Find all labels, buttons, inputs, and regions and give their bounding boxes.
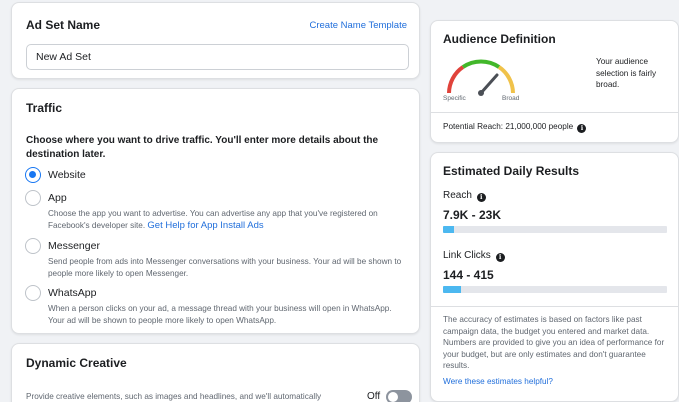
link-clicks-bar [443, 286, 667, 293]
estimates-accuracy-note: The accuracy of estimates is based on fa… [443, 315, 665, 370]
radio-website[interactable] [25, 167, 41, 183]
estimated-daily-results-card: Estimated Daily Results Reach i 7.9K - 2… [430, 152, 679, 402]
link-clicks-bar-fill [443, 286, 461, 293]
radio-messenger[interactable] [25, 238, 41, 254]
dynamic-creative-toggle[interactable] [386, 390, 412, 402]
audience-gauge-icon [447, 59, 515, 96]
gauge-red-arc [447, 65, 465, 94]
gauge-green-arc [461, 59, 501, 69]
dynamic-creative-card: Dynamic Creative Provide creative elemen… [11, 343, 420, 402]
option-help-whatsapp: When a person clicks on your ad, a messa… [48, 304, 392, 325]
gauge-yellow-arc [497, 65, 515, 94]
info-icon[interactable]: i [577, 124, 587, 133]
create-name-template-link[interactable]: Create Name Template [309, 20, 407, 31]
traffic-option-whatsapp[interactable]: WhatsApp When a person clicks on your ad… [25, 285, 415, 325]
gauge-hub [478, 90, 484, 96]
dynamic-creative-description: Provide creative elements, such as image… [26, 392, 322, 401]
info-icon[interactable]: i [476, 193, 486, 202]
traffic-card: Traffic Choose where you want to drive t… [11, 88, 420, 334]
audience-breadth-note: Your audience selection is fairly broad. [596, 57, 657, 89]
info-icon[interactable]: i [495, 253, 505, 262]
traffic-option-website[interactable]: Website [25, 167, 415, 185]
estimates-divider [431, 306, 678, 307]
app-install-help-link[interactable]: Get Help for App Install Ads [147, 220, 263, 231]
radio-app[interactable] [25, 190, 41, 206]
traffic-description: Choose where you want to drive traffic. … [26, 135, 379, 160]
audience-divider [431, 112, 678, 113]
reach-value: 7.9K - 23K [443, 208, 502, 222]
dynamic-creative-toggle-label: Off [367, 391, 381, 402]
potential-reach-text: Potential Reach: 21,000,000 people [443, 122, 574, 131]
dynamic-creative-title: Dynamic Creative [26, 356, 127, 370]
ad-set-name-title: Ad Set Name [26, 18, 101, 32]
link-clicks-label-text: Link Clicks [443, 250, 491, 261]
traffic-option-app[interactable]: App Choose the app you want to advertise… [25, 190, 415, 232]
gauge-label-broad: Broad [502, 95, 520, 102]
reach-label: Reach i [443, 190, 486, 202]
gauge-needle [479, 73, 499, 95]
estimated-daily-results-title: Estimated Daily Results [443, 164, 580, 178]
reach-bar-fill [443, 226, 455, 233]
option-label-website: Website [48, 169, 86, 181]
traffic-title: Traffic [26, 101, 63, 115]
ad-set-name-card: Ad Set Name Create Name Template [11, 2, 420, 79]
option-label-whatsapp: WhatsApp [48, 287, 97, 299]
link-clicks-label: Link Clicks i [443, 250, 505, 262]
gauge-label-specific: Specific [443, 95, 466, 102]
audience-definition-card: Audience Definition Specific Broad Your … [430, 20, 679, 143]
ad-set-name-input[interactable] [26, 44, 409, 70]
estimates-helpful-link[interactable]: Were these estimates helpful? [443, 377, 553, 386]
audience-definition-title: Audience Definition [443, 32, 556, 46]
option-help-messenger: Send people from ads into Messenger conv… [48, 257, 402, 278]
option-help-app: Choose the app you want to advertise. Yo… [48, 208, 408, 232]
option-label-app: App [48, 192, 67, 204]
potential-reach: Potential Reach: 21,000,000 people i [443, 122, 587, 133]
reach-bar [443, 226, 667, 233]
option-label-messenger: Messenger [48, 240, 100, 252]
reach-label-text: Reach [443, 190, 472, 201]
toggle-knob [388, 392, 398, 402]
radio-whatsapp[interactable] [25, 285, 41, 301]
traffic-option-messenger[interactable]: Messenger Send people from ads into Mess… [25, 238, 415, 278]
link-clicks-value: 144 - 415 [443, 268, 494, 282]
